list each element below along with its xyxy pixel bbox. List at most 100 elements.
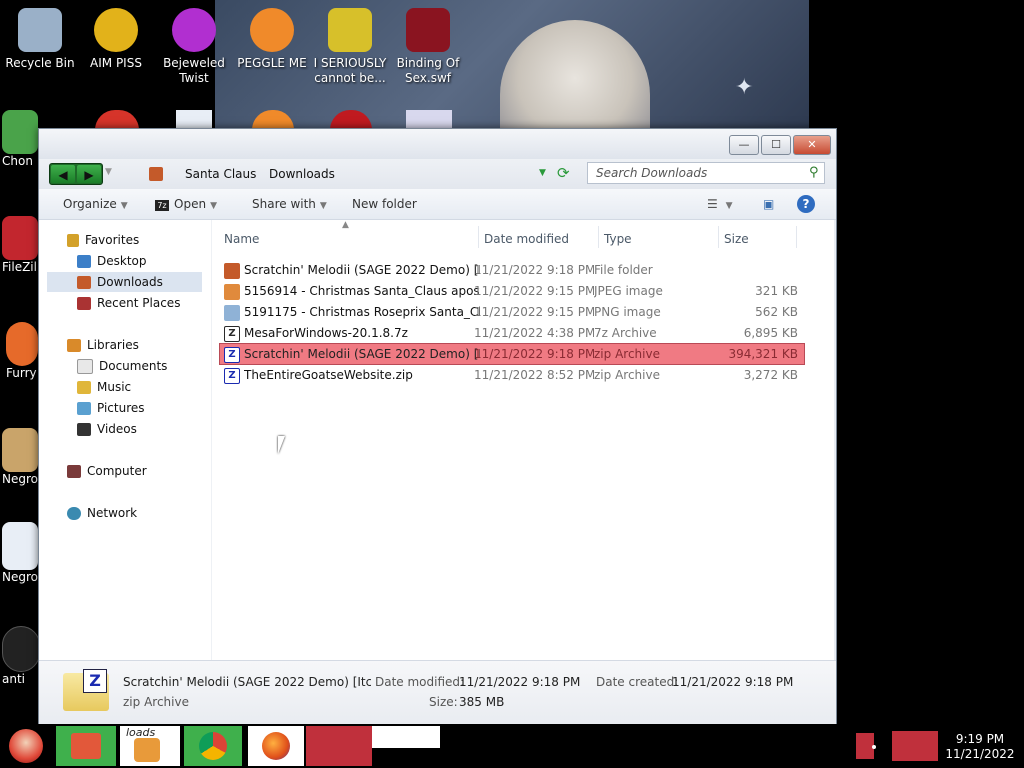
folder-icon: [224, 263, 240, 279]
details-file-name: Scratchin' Melodii (SAGE 2022 Demo) [Itc…: [123, 675, 371, 689]
column-separator[interactable]: [598, 226, 599, 248]
maximize-button[interactable]: ☐: [761, 135, 791, 155]
share-with-button[interactable]: Share with ▼: [252, 197, 327, 211]
search-icon[interactable]: ⚲: [809, 165, 819, 180]
desktop-icon-partial[interactable]: Negro: [2, 428, 42, 487]
network-icon: [67, 507, 81, 520]
desktop-icon[interactable]: PEGGLE ME: [234, 8, 310, 71]
file-row[interactable]: Z TheEntireGoatseWebsite.zip 11/21/2022 8:…: [220, 365, 804, 385]
file-size: 3,272 KB: [743, 368, 798, 382]
nav-downloads[interactable]: Downloads: [77, 272, 163, 292]
help-icon[interactable]: ?: [797, 195, 815, 213]
file-row[interactable]: 5156914 - Christmas Santa_Claus apostlxi…: [220, 281, 804, 301]
file-size: 6,895 KB: [743, 326, 798, 340]
shortcut-icon: [328, 8, 372, 52]
search-input[interactable]: Search Downloads: [587, 162, 825, 184]
file-date: 11/21/2022 8:52 PM: [474, 368, 594, 382]
breadcrumb-santa-claus[interactable]: Santa Claus: [185, 167, 256, 181]
forward-button[interactable]: ▶: [77, 165, 101, 183]
media-player-icon: [134, 738, 160, 762]
recycle-bin-icon: [18, 8, 62, 52]
desktop-icon-partial[interactable]: anti: [2, 626, 42, 687]
file-row[interactable]: 5191175 - Christmas Roseprix Santa_Clau.…: [220, 302, 804, 322]
desktop-icon: [77, 255, 91, 268]
taskbar: loads: [0, 725, 1024, 768]
close-button[interactable]: ✕: [793, 135, 831, 155]
nav-computer[interactable]: Computer: [67, 461, 147, 481]
file-date: 11/21/2022 4:38 PM: [474, 326, 594, 340]
documents-icon: [77, 359, 93, 374]
column-header-type[interactable]: Type: [604, 232, 632, 246]
nav-pictures[interactable]: Pictures: [77, 398, 145, 418]
taskbar-app-button[interactable]: [306, 726, 372, 766]
column-separator[interactable]: [478, 226, 479, 248]
7zip-icon: 7z: [155, 200, 169, 211]
videos-icon: [77, 423, 91, 436]
file-name: 5156914 - Christmas Santa_Claus apostlxi…: [244, 284, 480, 298]
taskbar-firefox-button[interactable]: [248, 726, 304, 766]
system-clock[interactable]: 9:19 PM 11/21/2022: [940, 732, 1020, 762]
nav-documents[interactable]: Documents: [77, 356, 167, 376]
file-size: 321 KB: [755, 284, 798, 298]
taskbar-chrome-button[interactable]: [184, 726, 242, 766]
view-options-icon[interactable]: ☰ ▼: [707, 197, 733, 211]
nav-recent-places[interactable]: Recent Places: [77, 293, 180, 313]
preview-pane-icon[interactable]: ▣: [763, 197, 774, 211]
back-button[interactable]: ◀: [51, 165, 75, 183]
clock-time: 9:19 PM: [955, 732, 1005, 746]
details-date-modified-label: Date modified:: [375, 675, 465, 689]
folder-icon: [71, 733, 101, 759]
app-icon: [406, 110, 452, 130]
column-separator[interactable]: [796, 226, 797, 248]
desktop-icon[interactable]: Bejeweled Twist: [156, 8, 232, 86]
column-header-date[interactable]: Date modified: [484, 232, 569, 246]
sort-arrow-icon: ▲: [342, 220, 349, 230]
tray-network-icon[interactable]: [892, 731, 938, 761]
breadcrumb-downloads[interactable]: Downloads: [269, 167, 335, 181]
tray-dot: [872, 745, 876, 749]
desktop-icon[interactable]: AIM PISS: [78, 8, 154, 71]
nav-music[interactable]: Music: [77, 377, 131, 397]
recent-pages-chevron-icon[interactable]: ▼: [105, 167, 112, 177]
desktop-icon[interactable]: Binding Of Sex.swf: [390, 8, 466, 86]
taskbar-media-button[interactable]: loads: [120, 726, 180, 766]
column-header-size[interactable]: Size: [724, 232, 749, 246]
organize-button[interactable]: Organize ▼: [63, 197, 128, 211]
new-folder-button[interactable]: New folder: [352, 197, 417, 211]
desktop-icon[interactable]: Recycle Bin: [2, 8, 78, 71]
title-bar[interactable]: — ☐ ✕: [39, 129, 836, 159]
file-row[interactable]: Z Scratchin' Melodii (SAGE 2022 Demo) [It…: [219, 343, 805, 365]
desktop-icon-label: Recycle Bin: [5, 56, 75, 70]
nav-favorites[interactable]: Favorites: [67, 230, 139, 250]
start-button[interactable]: [4, 726, 48, 766]
minimize-button[interactable]: —: [729, 135, 759, 155]
firefox-icon: [262, 732, 290, 760]
file-row[interactable]: Scratchin' Melodii (SAGE 2022 Demo) [Itc…: [220, 260, 804, 280]
nav-libraries[interactable]: Libraries: [67, 335, 139, 355]
column-header-name[interactable]: Name: [224, 232, 259, 246]
desktop-icon-partial[interactable]: FileZill: [2, 216, 42, 275]
star-icon: [67, 234, 79, 247]
details-size-label: Size:: [429, 695, 458, 709]
file-row[interactable]: Z MesaForWindows-20.1.8.7z 11/21/2022 4:38…: [220, 323, 804, 343]
nav-videos[interactable]: Videos: [77, 419, 137, 439]
desktop-icon[interactable]: I SERIOUSLY cannot be...: [312, 8, 388, 86]
downloads-icon: [77, 276, 91, 289]
file-type: JPEG image: [594, 284, 663, 298]
nav-buttons: ◀ ▶: [49, 163, 103, 185]
address-bar[interactable]: ◀ ▶ ▼ Santa Claus Downloads ▼ ⟳ Search D…: [39, 159, 836, 189]
taskbar-blank-button[interactable]: [372, 726, 440, 748]
bejeweled-icon: [172, 8, 216, 52]
png-icon: [224, 305, 240, 321]
address-dropdown-icon[interactable]: ▼: [539, 168, 546, 178]
desktop-icon-partial[interactable]: Negro: [2, 522, 42, 585]
file-name: TheEntireGoatseWebsite.zip: [244, 368, 413, 382]
open-button[interactable]: 7z Open ▼: [155, 197, 217, 211]
refresh-icon[interactable]: ⟳: [557, 164, 570, 182]
nav-network[interactable]: Network: [67, 503, 137, 523]
document-icon: [176, 110, 212, 130]
nav-desktop[interactable]: Desktop: [77, 251, 147, 271]
taskbar-explorer-button[interactable]: [56, 726, 116, 766]
column-separator[interactable]: [718, 226, 719, 248]
desktop-icon-partial[interactable]: Chon: [2, 110, 42, 169]
